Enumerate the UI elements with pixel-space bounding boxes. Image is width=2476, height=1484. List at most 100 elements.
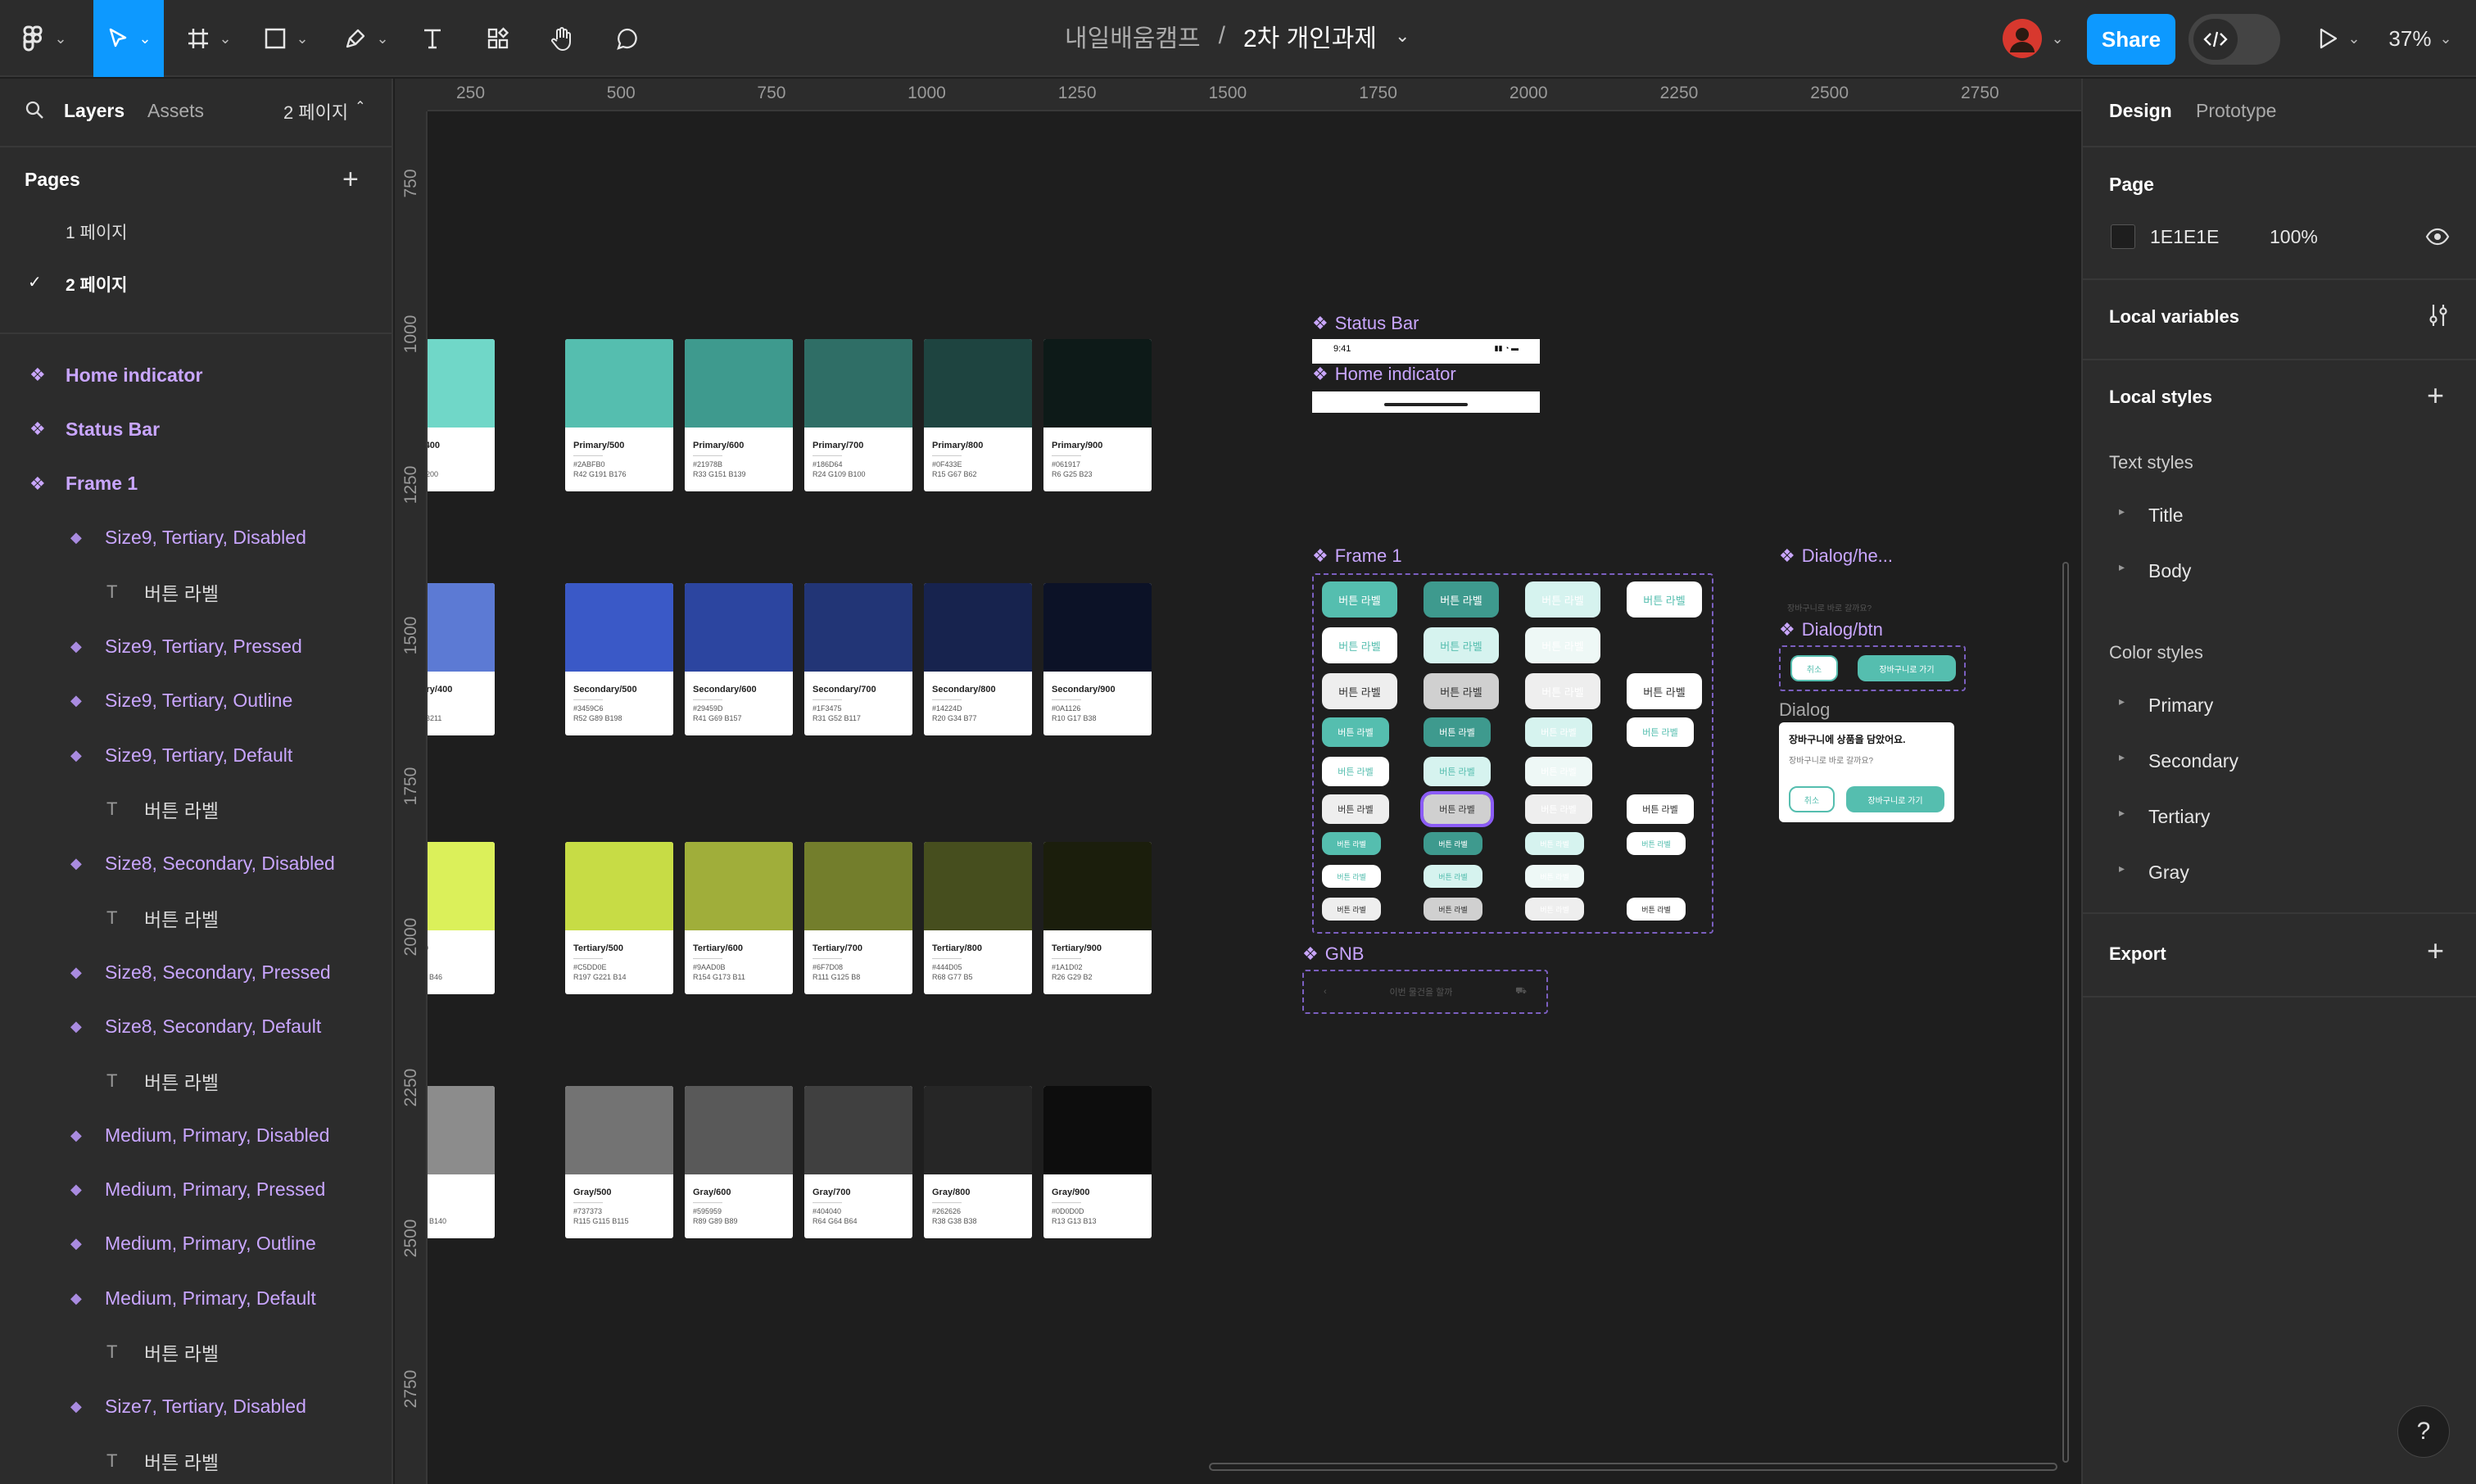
- variant-button[interactable]: 버튼 라벨: [1525, 581, 1600, 618]
- variant-button[interactable]: 버튼 라벨: [1525, 717, 1592, 747]
- frame-tool-button[interactable]: ⌄: [180, 13, 238, 64]
- resources-tool-button[interactable]: [480, 13, 516, 64]
- page-selector[interactable]: 2 페이지 ⌃: [283, 98, 365, 124]
- layer-row[interactable]: ◆ Size8, Secondary, Default: [0, 1001, 392, 1053]
- page-opacity-value[interactable]: 100%: [2270, 226, 2318, 248]
- layer-row[interactable]: ◆ Size7, Tertiary, Disabled: [0, 1381, 392, 1433]
- color-swatch[interactable]: Primary/700 #186D64 R24 G109 B100: [804, 339, 912, 491]
- text-style-item[interactable]: ▸ Title: [2083, 504, 2476, 537]
- color-swatch[interactable]: Tertiary/900 #1A1D02 R26 G29 B2: [1043, 842, 1152, 994]
- variant-button[interactable]: 버튼 라벨: [1322, 673, 1397, 709]
- search-icon[interactable]: [25, 100, 46, 125]
- color-swatch[interactable]: Secondary/900 #0A1126 R10 G17 B38: [1043, 583, 1152, 735]
- dialog-btn-frame[interactable]: 취소 장바구니로 가기: [1779, 645, 1966, 691]
- variant-button[interactable]: 버튼 라벨: [1627, 673, 1702, 709]
- layer-row[interactable]: T 버튼 라벨: [0, 1326, 392, 1378]
- home-indicator-label[interactable]: ❖ Home indicator: [1312, 364, 1456, 385]
- eye-icon[interactable]: [2425, 226, 2450, 251]
- tab-prototype[interactable]: Prototype: [2196, 100, 2276, 122]
- variant-button[interactable]: 버튼 라벨: [1627, 717, 1694, 747]
- gnb-label[interactable]: ❖ GNB: [1302, 943, 1364, 965]
- variant-button[interactable]: 버튼 라벨: [1525, 627, 1600, 663]
- color-swatch[interactable]: Secondary/500 #3459C6 R52 G89 B198: [565, 583, 673, 735]
- color-swatch[interactable]: Tertiary/800 #444D05 R68 G77 B5: [924, 842, 1032, 994]
- color-swatch[interactable]: Secondary/800 #14224D R20 G34 B77: [924, 583, 1032, 735]
- variant-button[interactable]: 버튼 라벨: [1322, 898, 1381, 921]
- shape-tool-button[interactable]: ⌄: [257, 13, 315, 64]
- dialog-btn-label[interactable]: ❖ Dialog/btn: [1779, 619, 1883, 640]
- layer-row[interactable]: ◆ Medium, Primary, Outline: [0, 1218, 392, 1270]
- color-swatch[interactable]: Primary/500 #2ABFB0 R42 G191 B176: [565, 339, 673, 491]
- tab-assets[interactable]: Assets: [147, 100, 204, 122]
- variant-button[interactable]: 버튼 라벨: [1525, 757, 1592, 786]
- variant-button[interactable]: 버튼 라벨: [1420, 791, 1494, 827]
- dialog-frame[interactable]: 장바구니에 상품을 담았어요. 장바구니로 바로 갈까요? 취소 장바구니로 가…: [1779, 722, 1954, 822]
- file-name[interactable]: 2차 개인과제: [1243, 18, 1377, 54]
- text-style-item[interactable]: ▸ Body: [2083, 560, 2476, 593]
- color-swatch[interactable]: Gray/800 #262626 R38 G38 B38: [924, 1086, 1032, 1238]
- variant-button[interactable]: 버튼 라벨: [1424, 898, 1482, 921]
- layer-row[interactable]: T 버튼 라벨: [0, 783, 392, 835]
- dialog-header-label[interactable]: ❖ Dialog/he...: [1779, 545, 1893, 567]
- variant-button[interactable]: 버튼 라벨: [1322, 717, 1389, 747]
- color-swatch[interactable]: Gray/600 #595959 R89 G89 B89: [685, 1086, 793, 1238]
- dialog-cancel-button[interactable]: 취소: [1789, 786, 1835, 812]
- horizontal-scrollbar[interactable]: [1209, 1463, 2057, 1471]
- layer-row[interactable]: ❖ Frame 1: [0, 458, 392, 510]
- variant-button[interactable]: 버튼 라벨: [1322, 865, 1381, 888]
- color-style-item[interactable]: ▸ Secondary: [2083, 750, 2476, 783]
- dialog-label[interactable]: Dialog: [1779, 699, 1830, 721]
- layer-row[interactable]: ◆ Size9, Tertiary, Disabled: [0, 512, 392, 564]
- color-swatch[interactable]: Tertiary/500 #C5DD0E R197 G221 B14: [565, 842, 673, 994]
- page-item-1[interactable]: 1 페이지: [66, 219, 127, 244]
- add-page-icon[interactable]: +: [342, 164, 359, 196]
- vertical-scrollbar[interactable]: [2062, 562, 2069, 1463]
- go-cart-button[interactable]: 장바구니로 가기: [1858, 655, 1956, 681]
- chevron-down-icon[interactable]: ⌄: [1395, 25, 1410, 47]
- gnb-frame[interactable]: ‹ 이번 물건을 할까 ⛟: [1302, 970, 1548, 1014]
- home-indicator-frame[interactable]: [1312, 391, 1540, 413]
- layer-row[interactable]: ◆ Size8, Secondary, Pressed: [0, 946, 392, 998]
- project-name[interactable]: 내일배움캠프: [1065, 18, 1201, 54]
- color-swatch[interactable]: Primary/800 #0F433E R15 G67 B62: [924, 339, 1032, 491]
- color-swatch[interactable]: Gray/500 #737373 R115 G115 B115: [565, 1086, 673, 1238]
- variant-button[interactable]: 버튼 라벨: [1424, 581, 1499, 618]
- add-style-icon[interactable]: +: [2427, 378, 2444, 413]
- variant-button[interactable]: 버튼 라벨: [1322, 581, 1397, 618]
- text-tool-button[interactable]: [414, 13, 450, 64]
- variant-button[interactable]: 버튼 라벨: [1424, 627, 1499, 663]
- layer-row[interactable]: ❖ Status Bar: [0, 403, 392, 455]
- local-variables-title[interactable]: Local variables: [2109, 306, 2239, 328]
- variant-button[interactable]: 버튼 라벨: [1525, 794, 1592, 824]
- tab-layers[interactable]: Layers: [64, 100, 124, 122]
- color-swatch[interactable]: Gray/700 #404040 R64 G64 B64: [804, 1086, 912, 1238]
- pen-tool-button[interactable]: ⌄: [337, 13, 395, 64]
- layer-row[interactable]: ◆ Medium, Primary, Pressed: [0, 1164, 392, 1216]
- variant-button[interactable]: 버튼 라벨: [1627, 898, 1686, 921]
- zoom-menu[interactable]: 37% ⌄: [2375, 13, 2465, 64]
- variant-button[interactable]: 버튼 라벨: [1424, 757, 1491, 786]
- variant-button[interactable]: 버튼 라벨: [1322, 627, 1397, 663]
- variant-button[interactable]: 버튼 라벨: [1525, 865, 1584, 888]
- variant-button[interactable]: 버튼 라벨: [1627, 794, 1694, 824]
- help-button[interactable]: ?: [2397, 1405, 2450, 1458]
- variant-button[interactable]: 버튼 라벨: [1322, 794, 1389, 824]
- layer-row[interactable]: ◆ Size9, Tertiary, Default: [0, 729, 392, 781]
- color-style-item[interactable]: ▸ Gray: [2083, 862, 2476, 894]
- page-color-value[interactable]: 1E1E1E: [2150, 226, 2219, 248]
- variant-button[interactable]: 버튼 라벨: [1525, 898, 1584, 921]
- variant-button[interactable]: 버튼 라벨: [1322, 832, 1381, 855]
- move-tool-button[interactable]: ⌄: [93, 0, 164, 77]
- color-style-item[interactable]: ▸ Tertiary: [2083, 806, 2476, 839]
- status-bar-frame[interactable]: 9:41 ▮▮ ◔ ▬: [1312, 339, 1540, 364]
- variant-button[interactable]: 버튼 라벨: [1627, 581, 1702, 618]
- add-export-icon[interactable]: +: [2427, 934, 2444, 968]
- variant-button[interactable]: 버튼 라벨: [1525, 673, 1600, 709]
- variant-button[interactable]: 버튼 라벨: [1424, 717, 1491, 747]
- variant-button[interactable]: 버튼 라벨: [1424, 673, 1499, 709]
- dialog-go-cart-button[interactable]: 장바구니로 가기: [1846, 786, 1944, 812]
- color-swatch[interactable]: Tertiary/700 #6F7D08 R111 G125 B8: [804, 842, 912, 994]
- color-swatch[interactable]: Primary/900 #061917 R6 G25 B23: [1043, 339, 1152, 491]
- variant-button[interactable]: 버튼 라벨: [1424, 865, 1482, 888]
- color-style-item[interactable]: ▸ Primary: [2083, 694, 2476, 727]
